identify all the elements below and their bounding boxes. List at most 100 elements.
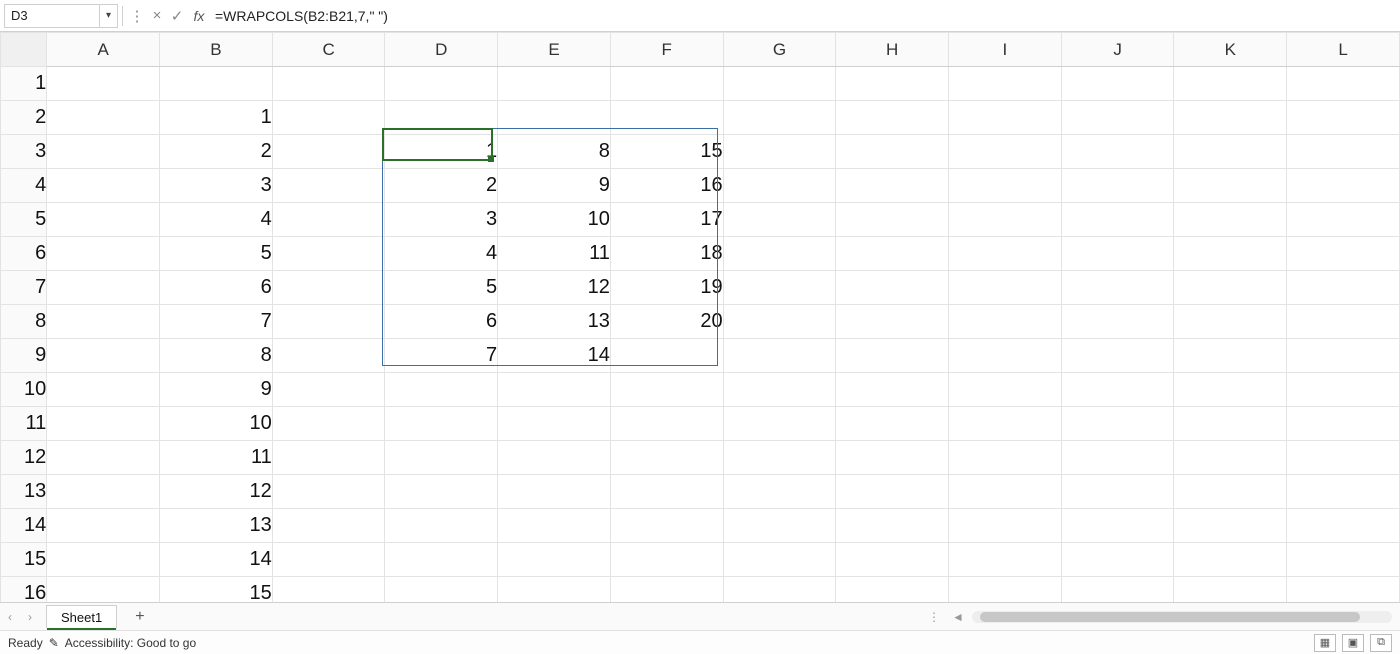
cell[interactable] <box>836 407 949 441</box>
cell[interactable] <box>47 305 160 339</box>
row-header[interactable]: 7 <box>1 271 47 305</box>
cell[interactable]: 1 <box>385 135 498 169</box>
cell[interactable] <box>723 271 836 305</box>
column-header[interactable]: D <box>385 33 498 67</box>
cell[interactable] <box>723 169 836 203</box>
cell[interactable] <box>1174 67 1287 101</box>
cell[interactable] <box>272 305 385 339</box>
cell[interactable] <box>949 441 1062 475</box>
cell[interactable]: 11 <box>160 441 273 475</box>
cell[interactable] <box>949 305 1062 339</box>
view-normal-button[interactable]: ▦ <box>1314 634 1336 652</box>
cell[interactable] <box>723 101 836 135</box>
column-header[interactable]: F <box>610 33 723 67</box>
cell[interactable] <box>610 577 723 603</box>
cell[interactable] <box>1061 475 1174 509</box>
row-header[interactable]: 9 <box>1 339 47 373</box>
column-header[interactable]: K <box>1174 33 1287 67</box>
cell[interactable] <box>1061 203 1174 237</box>
cell[interactable] <box>498 441 611 475</box>
cell[interactable] <box>47 203 160 237</box>
cell[interactable] <box>610 509 723 543</box>
add-sheet-button[interactable]: + <box>135 608 144 626</box>
cell[interactable] <box>610 67 723 101</box>
name-box[interactable] <box>4 4 100 28</box>
fx-icon[interactable]: fx <box>187 8 211 24</box>
cell[interactable] <box>949 475 1062 509</box>
cell[interactable] <box>836 339 949 373</box>
cell[interactable] <box>723 543 836 577</box>
cell[interactable] <box>272 237 385 271</box>
cell[interactable] <box>385 543 498 577</box>
cell[interactable] <box>723 135 836 169</box>
column-header[interactable]: G <box>723 33 836 67</box>
cell[interactable] <box>47 475 160 509</box>
cell[interactable]: 8 <box>498 135 611 169</box>
cell[interactable] <box>723 475 836 509</box>
cell[interactable] <box>723 237 836 271</box>
cell[interactable] <box>1061 509 1174 543</box>
cell[interactable] <box>723 509 836 543</box>
cell[interactable] <box>1287 101 1400 135</box>
cell[interactable] <box>1061 169 1174 203</box>
cell[interactable] <box>949 373 1062 407</box>
cell[interactable]: 4 <box>160 203 273 237</box>
cell[interactable] <box>47 441 160 475</box>
cell[interactable] <box>498 543 611 577</box>
cell[interactable] <box>47 101 160 135</box>
row-header[interactable]: 10 <box>1 373 47 407</box>
row-header[interactable]: 1 <box>1 67 47 101</box>
cell[interactable] <box>272 271 385 305</box>
cell[interactable] <box>1287 577 1400 603</box>
cell[interactable] <box>836 543 949 577</box>
cell[interactable] <box>836 475 949 509</box>
cell[interactable] <box>385 67 498 101</box>
cell[interactable] <box>272 543 385 577</box>
cell[interactable] <box>1061 441 1174 475</box>
cell[interactable] <box>1061 407 1174 441</box>
cell[interactable] <box>1174 169 1287 203</box>
cell[interactable] <box>1287 373 1400 407</box>
row-header[interactable]: 8 <box>1 305 47 339</box>
cell[interactable]: 13 <box>160 509 273 543</box>
cell[interactable] <box>1174 509 1287 543</box>
sheet-tab[interactable]: Sheet1 <box>46 605 117 629</box>
cell[interactable] <box>723 339 836 373</box>
cell[interactable]: 2 <box>385 169 498 203</box>
cell[interactable] <box>498 577 611 603</box>
cell[interactable] <box>385 509 498 543</box>
cell[interactable] <box>1174 475 1287 509</box>
formula-input[interactable] <box>211 4 1396 28</box>
row-header[interactable]: 4 <box>1 169 47 203</box>
cell[interactable] <box>949 577 1062 603</box>
cell[interactable] <box>47 67 160 101</box>
cell[interactable]: 10 <box>160 407 273 441</box>
view-page-break-button[interactable]: ⧉ <box>1370 634 1392 652</box>
row-header[interactable]: 12 <box>1 441 47 475</box>
cell[interactable] <box>723 305 836 339</box>
row-header[interactable]: 11 <box>1 407 47 441</box>
cell[interactable] <box>949 271 1062 305</box>
cell[interactable]: 12 <box>498 271 611 305</box>
cell[interactable] <box>1287 271 1400 305</box>
cell[interactable] <box>47 407 160 441</box>
cell[interactable] <box>1061 101 1174 135</box>
cell[interactable]: 13 <box>498 305 611 339</box>
cell[interactable] <box>1287 169 1400 203</box>
cell[interactable] <box>949 101 1062 135</box>
cell[interactable] <box>949 407 1062 441</box>
cell[interactable] <box>1174 237 1287 271</box>
row-header[interactable]: 16 <box>1 577 47 603</box>
cell[interactable] <box>272 407 385 441</box>
cell[interactable] <box>610 407 723 441</box>
cell[interactable] <box>160 67 273 101</box>
cell[interactable] <box>1061 237 1174 271</box>
cell[interactable] <box>1174 135 1287 169</box>
cell[interactable] <box>1061 339 1174 373</box>
select-all-corner[interactable] <box>1 33 47 67</box>
cell[interactable] <box>498 67 611 101</box>
cell[interactable] <box>385 475 498 509</box>
cancel-formula-icon[interactable]: × <box>147 7 167 24</box>
cell[interactable] <box>836 271 949 305</box>
cell[interactable] <box>610 475 723 509</box>
